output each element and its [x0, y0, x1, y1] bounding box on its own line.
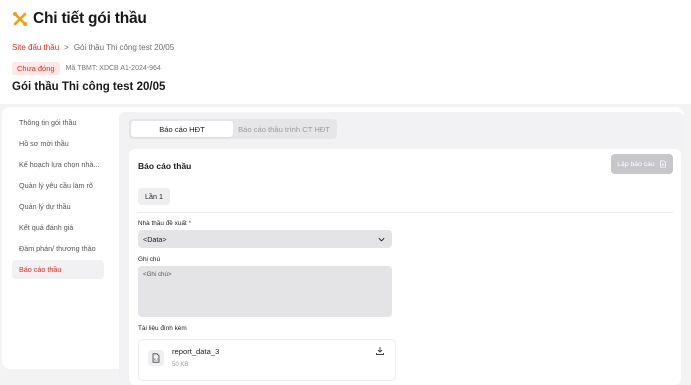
main-content: Báo cáo HĐT Báo cáo thầu trình CT HĐT Bá…	[119, 112, 684, 385]
sidebar-item-bid-report[interactable]: Báo cáo thầu	[12, 260, 104, 279]
breadcrumb-separator: >	[64, 43, 69, 52]
contractor-select-value: <Data>	[143, 234, 167, 244]
attachment-card[interactable]: XLS report_data_3 50 KB	[138, 339, 396, 381]
page-title: Chi tiết gói thầu	[33, 10, 147, 27]
sidebar: Thông tin gói thầu Hồ sơ mời thầu Kế hoạ…	[12, 113, 104, 281]
sidebar-item-evaluation-results[interactable]: Kết quả đánh giá	[12, 218, 104, 237]
sidebar-item-invitation-docs[interactable]: Hồ sơ mời thầu	[12, 134, 104, 153]
document-add-icon	[659, 160, 666, 168]
sidebar-item-label: Báo cáo thầu	[19, 265, 62, 274]
status-badge: Chưa đóng	[12, 62, 60, 75]
breadcrumb-current: Gói thầu Thi công test 20/05	[73, 43, 175, 52]
attempt-chip[interactable]: Lần 1	[138, 188, 170, 205]
sidebar-item-label: Đàm phán/ thương thảo	[19, 244, 96, 253]
create-report-button[interactable]: Lập báo cáo	[611, 154, 673, 174]
tab-hdt-report[interactable]: Báo cáo HĐT	[131, 121, 233, 137]
tools-icon	[13, 12, 27, 26]
report-tabs: Báo cáo HĐT Báo cáo thầu trình CT HĐT	[129, 119, 337, 139]
download-icon[interactable]	[375, 346, 385, 356]
tab-ct-hdt-report[interactable]: Báo cáo thầu trình CT HĐT	[233, 121, 335, 137]
create-report-label: Lập báo cáo	[617, 160, 655, 168]
chevron-down-icon	[378, 237, 385, 241]
sidebar-item-label: Quản lý yêu cầu làm rõ	[19, 181, 93, 190]
tender-code: Mã TBMT: XDCB A1-2024-964	[65, 65, 161, 72]
divider	[138, 212, 673, 213]
contractor-select[interactable]: <Data>	[138, 230, 392, 248]
file-type-text: XLS	[154, 358, 159, 362]
sidebar-item-bid-management[interactable]: Quản lý dự thầu	[12, 197, 104, 216]
sidebar-item-label: Kế hoạch lựa chọn nhà...	[19, 160, 100, 169]
report-title: Báo cáo thầu	[138, 161, 192, 171]
sidebar-item-label: Thông tin gói thầu	[19, 118, 77, 127]
sidebar-item-label: Hồ sơ mời thầu	[19, 139, 69, 148]
meta-row: Chưa đóng Mã TBMT: XDCB A1-2024-964	[12, 62, 161, 75]
sidebar-item-package-info[interactable]: Thông tin gói thầu	[12, 113, 104, 132]
note-textarea[interactable]: <Ghi chú>	[138, 266, 392, 317]
page-header: Chi tiết gói thầu Site đấu thầu > Gói th…	[0, 0, 691, 104]
contractor-label-text: Nhà thầu đề xuất	[138, 220, 187, 227]
xls-file-icon: XLS	[148, 350, 164, 366]
breadcrumb-root-link[interactable]: Site đấu thầu	[12, 43, 59, 52]
attachment-name: report_data_3	[172, 347, 220, 356]
sidebar-item-negotiation[interactable]: Đàm phán/ thương thảo	[12, 239, 104, 258]
package-name: Gói thầu Thi công test 20/05	[12, 81, 166, 93]
attachments-label: Tài liệu đính kèm	[138, 325, 187, 332]
attachment-size: 50 KB	[172, 362, 189, 368]
report-panel: Báo cáo thầu Lập báo cáo Lần 1 Nhà thầu …	[129, 149, 681, 385]
breadcrumb: Site đấu thầu > Gói thầu Thi công test 2…	[12, 43, 174, 52]
note-label: Ghi chú	[138, 256, 161, 263]
contractor-label: Nhà thầu đề xuất *	[138, 220, 191, 227]
required-mark: *	[188, 220, 191, 227]
title-row: Chi tiết gói thầu	[12, 10, 147, 28]
sidebar-item-clarification-requests[interactable]: Quản lý yêu cầu làm rõ	[12, 176, 104, 195]
sidebar-item-label: Quản lý dự thầu	[19, 202, 71, 211]
sidebar-item-selection-plan[interactable]: Kế hoạch lựa chọn nhà...	[12, 155, 104, 174]
sidebar-item-label: Kết quả đánh giá	[19, 223, 74, 232]
